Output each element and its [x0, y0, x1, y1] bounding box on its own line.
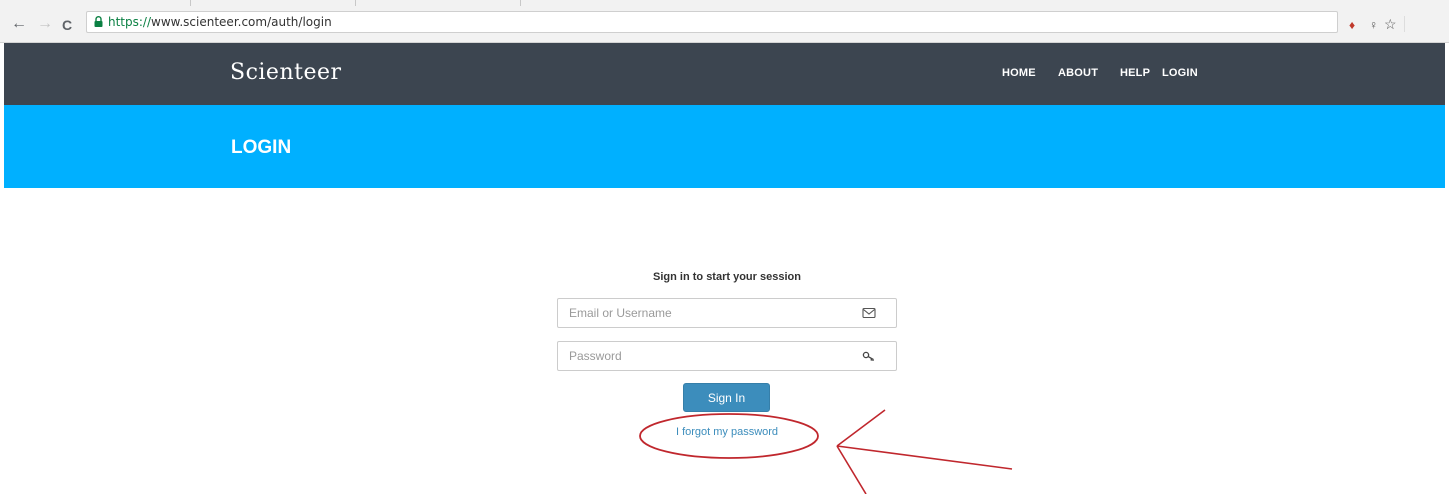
lock-icon	[94, 16, 103, 27]
nav-help[interactable]: HELP	[1120, 67, 1150, 79]
key-icon	[862, 351, 874, 361]
url-text: https://www.scienteer.com/auth/login	[108, 15, 332, 29]
page-title: LOGIN	[231, 137, 292, 158]
site-header: Scienteer HOME ABOUT HELP LOGIN	[4, 43, 1445, 105]
bookmark-star-icon[interactable]: ☆	[1384, 16, 1397, 33]
email-field[interactable]	[557, 298, 897, 328]
reload-icon[interactable]: C	[62, 17, 72, 33]
envelope-icon	[862, 307, 876, 319]
extension-icon[interactable]: ♦	[1349, 18, 1355, 32]
back-arrow-icon[interactable]: ←	[11, 16, 27, 32]
browser-toolbar: ← → C https://www.scienteer.com/auth/log…	[0, 6, 1449, 43]
toolbar-divider	[1404, 16, 1407, 32]
nav-home[interactable]: HOME	[1002, 67, 1036, 79]
nav-login[interactable]: LOGIN	[1162, 67, 1198, 79]
url-host-path: www.scienteer.com/auth/login	[151, 15, 332, 29]
password-input[interactable]	[558, 342, 859, 370]
address-bar[interactable]: https://www.scienteer.com/auth/login	[86, 11, 1338, 33]
session-message: Sign in to start your session	[653, 271, 801, 283]
extension-icon[interactable]: ♀	[1369, 18, 1378, 32]
forgot-password-link[interactable]: I forgot my password	[557, 426, 897, 438]
email-input[interactable]	[558, 299, 859, 327]
page-title-band: LOGIN	[4, 105, 1445, 188]
url-scheme: https://	[108, 15, 152, 29]
sign-in-button[interactable]: Sign In	[683, 383, 770, 412]
nav-about[interactable]: ABOUT	[1058, 67, 1098, 79]
forward-arrow-icon[interactable]: →	[37, 16, 53, 32]
password-field[interactable]	[557, 341, 897, 371]
annotation-arrow	[836, 409, 1013, 494]
brand-logo[interactable]: Scienteer	[230, 60, 342, 85]
